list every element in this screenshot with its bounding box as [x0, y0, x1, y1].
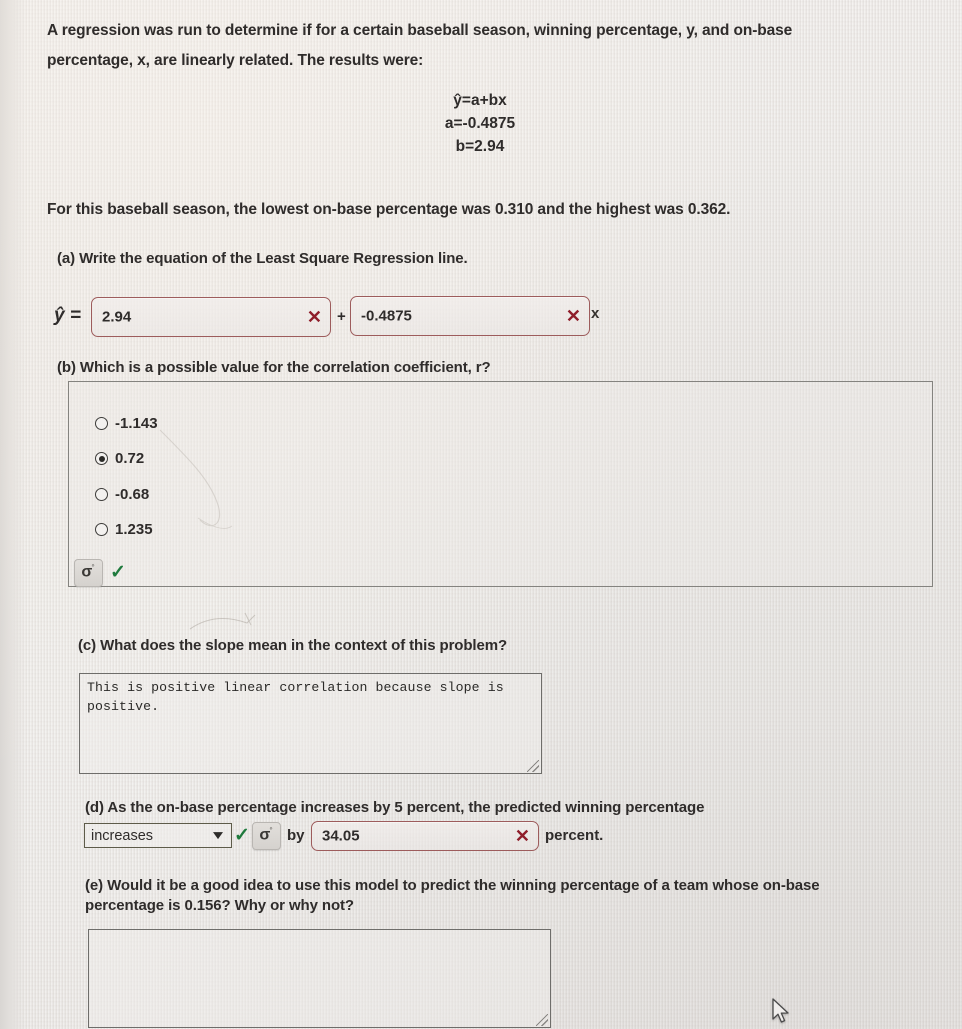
part-b-option-label: 0.72 — [115, 450, 145, 467]
radio-icon[interactable] — [95, 417, 108, 430]
incorrect-x-icon: ✕ — [306, 307, 322, 327]
part-c-answer-textarea[interactable]: This is positive linear correlation beca… — [79, 673, 542, 774]
part-d-amount-value: 34.05 — [322, 827, 360, 845]
part-b-option-label: -1.143 — [115, 415, 158, 432]
part-b-option-label: 1.235 — [115, 521, 153, 538]
part-a-intercept-input[interactable]: 2.94 ✕ — [91, 297, 331, 337]
part-d-symbol-palette-button[interactable]: σ◦ — [252, 822, 281, 850]
part-c-answer-text: This is positive linear correlation beca… — [87, 680, 504, 714]
part-c-label: (c) What does the slope mean in the cont… — [78, 637, 508, 654]
radio-icon[interactable] — [95, 488, 108, 501]
equation-slope: b=2.94 — [455, 138, 505, 155]
part-a-lead: ŷ = — [54, 305, 81, 326]
part-b-answer-panel — [68, 381, 933, 587]
part-b-label: (b) Which is a possible value for the co… — [57, 359, 491, 376]
part-d-amount-input[interactable]: 34.05 ✕ — [311, 821, 539, 851]
problem-intro-line-1: A regression was run to determine if for… — [47, 22, 793, 39]
incorrect-x-icon: ✕ — [514, 826, 530, 846]
worksheet: A regression was run to determine if for… — [0, 0, 962, 1029]
part-b-option-2[interactable]: -0.68 — [95, 486, 149, 503]
part-a-label: (a) Write the equation of the Least Squa… — [57, 250, 468, 267]
part-b-option-1[interactable]: 0.72 — [95, 450, 144, 467]
part-b-correct-check-icon: ✓ — [110, 562, 126, 583]
part-e-label-line-2: percentage is 0.156? Why or why not? — [85, 897, 354, 914]
incorrect-x-icon: ✕ — [565, 306, 581, 326]
sigma-icon: σ◦ — [81, 560, 95, 581]
part-d-label: (d) As the on-base percentage increases … — [85, 799, 705, 816]
radio-icon[interactable] — [95, 452, 108, 465]
part-a-slope-input[interactable]: -0.4875 ✕ — [350, 296, 590, 336]
part-b-option-3[interactable]: 1.235 — [95, 521, 153, 538]
part-a-slope-value: -0.4875 — [361, 307, 412, 325]
part-a-trailing-variable: x — [591, 305, 600, 322]
part-d-correct-check-icon: ✓ — [234, 825, 250, 846]
part-d-direction-select[interactable]: increases — [84, 823, 232, 848]
part-e-label-line-1: (e) Would it be a good idea to use this … — [85, 877, 820, 894]
resize-handle-icon[interactable] — [527, 760, 539, 772]
part-b-option-label: -0.68 — [115, 486, 150, 503]
sigma-icon: σ◦ — [259, 823, 273, 844]
equation-intercept: a=-0.4875 — [444, 115, 516, 132]
radio-icon[interactable] — [95, 523, 108, 536]
problem-intro-line-2: percentage, x, are linearly related. The… — [47, 52, 424, 69]
part-a-intercept-value: 2.94 — [102, 308, 132, 326]
part-d-direction-value: increases — [91, 827, 154, 844]
chevron-down-icon[interactable] — [213, 831, 223, 839]
equation-model: ŷ=a+bx — [453, 92, 507, 109]
part-a-operator: + — [337, 308, 346, 325]
part-b-symbol-palette-button[interactable]: σ◦ — [74, 559, 103, 587]
part-e-answer-textarea[interactable] — [88, 929, 551, 1028]
part-b-option-0[interactable]: -1.143 — [95, 415, 158, 432]
range-note: For this baseball season, the lowest on-… — [47, 201, 731, 218]
resize-handle-icon[interactable] — [536, 1014, 548, 1026]
part-d-by-word: by — [287, 827, 305, 844]
mouse-pointer-icon — [772, 998, 789, 1023]
part-d-unit-word: percent. — [545, 827, 604, 844]
